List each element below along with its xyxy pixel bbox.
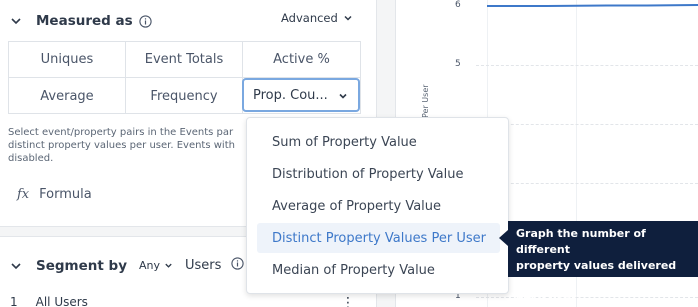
users-label: Users (185, 258, 222, 273)
tooltip-line: property values delivered to (516, 259, 677, 288)
info-icon[interactable] (231, 257, 245, 274)
option-event-totals[interactable]: Event Totals (126, 42, 243, 78)
formula-button[interactable]: fx Formula (17, 187, 92, 202)
option-active-percent[interactable]: Active % (243, 42, 360, 78)
chart-gridline (476, 183, 698, 184)
option-frequency[interactable]: Frequency (126, 78, 243, 114)
tooltip-line: Graph the number of different (516, 227, 646, 256)
measured-as-header[interactable]: Measured as (10, 10, 152, 32)
option-uniques[interactable]: Uniques (9, 42, 126, 78)
chevron-down-icon (339, 93, 347, 99)
help-line: Select event/property pairs in the Event… (8, 127, 234, 138)
measure-dropdown-menu: Sum of Property Value Distribution of Pr… (246, 117, 509, 294)
tooltip-line: each user (516, 291, 577, 304)
app-root: Measured as Advanced Uniques Event Total… (0, 0, 698, 307)
segment-row-label: All Users (35, 295, 88, 307)
chevron-down-icon[interactable] (10, 15, 22, 27)
property-count-select[interactable]: Prop. Cou... (242, 78, 360, 112)
advanced-toggle[interactable]: Advanced (281, 11, 353, 25)
menu-item-median[interactable]: Median of Property Value (257, 255, 500, 285)
tooltip-arrow (499, 230, 508, 246)
menu-item-distribution[interactable]: Distribution of Property Value (257, 159, 500, 189)
series-line (487, 4, 698, 7)
chart-gridline (476, 124, 698, 125)
any-label: Any (139, 259, 161, 272)
select-value: Prop. Cou... (253, 87, 328, 103)
segment-title: Segment by (36, 257, 127, 274)
advanced-label: Advanced (281, 11, 338, 25)
menu-item-average[interactable]: Average of Property Value (257, 191, 500, 221)
more-options-icon[interactable]: ⋮ (341, 295, 355, 307)
chevron-down-icon (344, 15, 352, 21)
y-tick-label: 6 (455, 0, 461, 10)
y-tick-label: 5 (455, 59, 461, 69)
option-average[interactable]: Average (9, 78, 126, 114)
measured-as-title: Measured as (36, 13, 133, 29)
info-icon[interactable] (139, 14, 152, 28)
segment-header: Segment by Any Users (10, 257, 245, 274)
any-dropdown[interactable]: Any (139, 259, 173, 272)
menu-item-sum[interactable]: Sum of Property Value (257, 127, 500, 157)
chevron-down-icon[interactable] (10, 260, 22, 272)
chart-gridline (476, 65, 698, 66)
tooltip: Graph the number of different property v… (508, 221, 698, 304)
formula-label: Formula (39, 187, 92, 202)
menu-item-distinct-values[interactable]: Distinct Property Values Per User (257, 223, 500, 253)
chart-series-line (487, 4, 698, 7)
chevron-down-icon (165, 263, 172, 268)
segment-row[interactable]: 1 All Users (10, 295, 88, 307)
y-axis-label: Per User (421, 84, 430, 118)
segment-row-index: 1 (10, 295, 18, 307)
formula-icon: fx (17, 187, 30, 202)
help-line: distinct property values per user. Event… (8, 140, 235, 151)
help-line: disabled. (8, 153, 54, 164)
help-text: Select event/property pairs in the Event… (8, 126, 258, 165)
